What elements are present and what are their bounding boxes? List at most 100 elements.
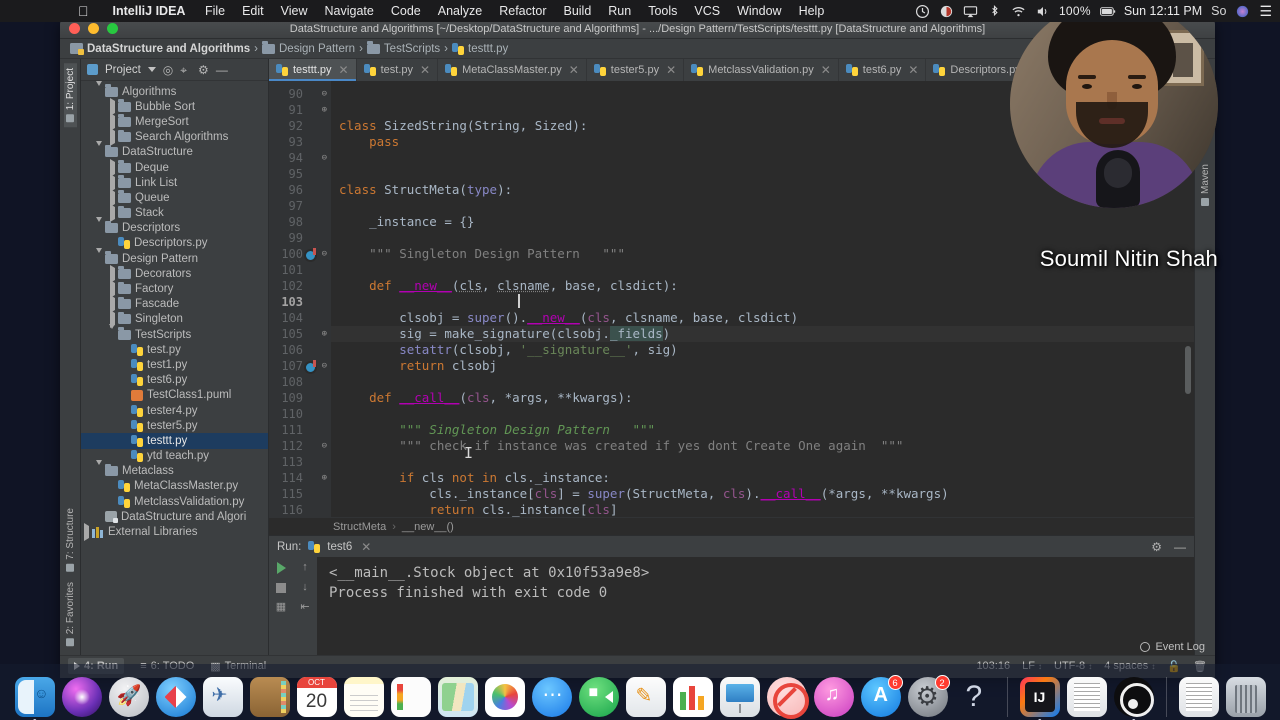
gutter-line-111[interactable]: 111 xyxy=(269,422,331,438)
editor-tab-testtt-py[interactable]: testtt.py ✕ xyxy=(269,59,357,81)
gutter-line-103[interactable]: 103 xyxy=(269,294,331,310)
code-fold-icon[interactable]: ⊕ xyxy=(320,330,327,339)
gutter-line-108[interactable]: 108 xyxy=(269,374,331,390)
up-arrow-icon[interactable]: ↑ xyxy=(302,562,308,573)
dock-item-pages[interactable] xyxy=(625,677,666,717)
gutter-line-99[interactable]: 99 xyxy=(269,230,331,246)
menu-item-build[interactable]: Build xyxy=(555,4,600,18)
tree-item[interactable]: Search Algorithms xyxy=(81,128,268,147)
dock-item-maps[interactable] xyxy=(437,677,478,717)
gutter-line-102[interactable]: 102 xyxy=(269,278,331,294)
code-fold-icon[interactable]: ⊖ xyxy=(320,250,327,259)
tree-item[interactable]: DataStructure xyxy=(81,141,268,160)
dropbox-icon[interactable] xyxy=(939,4,954,19)
dock-item-contacts[interactable] xyxy=(249,677,290,717)
spotlight-icon[interactable] xyxy=(1235,4,1250,19)
chevron-right-icon[interactable] xyxy=(107,158,118,177)
close-icon[interactable]: ✕ xyxy=(361,540,371,554)
tree-item[interactable]: Descriptors.py xyxy=(81,236,268,251)
menu-item-vcs[interactable]: VCS xyxy=(686,4,729,18)
chevron-right-icon[interactable] xyxy=(81,523,92,542)
gutter-line-93[interactable]: 93 xyxy=(269,134,331,150)
gutter-line-95[interactable]: 95 xyxy=(269,166,331,182)
gutter-line-112[interactable]: 112 ⊖ xyxy=(269,438,331,454)
print-icon[interactable]: ▦ xyxy=(276,602,286,613)
editor-tab-test6-py[interactable]: test6.py ✕ xyxy=(839,59,927,81)
chevron-right-icon[interactable] xyxy=(107,204,118,223)
volume-icon[interactable] xyxy=(1035,4,1050,19)
gutter-line-92[interactable]: 92 xyxy=(269,118,331,134)
code-fold-icon[interactable]: ⊖ xyxy=(320,90,327,99)
gutter-line-113[interactable]: 113 xyxy=(269,454,331,470)
minimize-icon[interactable]: — xyxy=(216,64,228,76)
chevron-right-icon[interactable] xyxy=(107,173,118,192)
rerun-icon[interactable] xyxy=(276,562,286,574)
menu-item-tools[interactable]: Tools xyxy=(640,4,686,18)
gutter-line-105[interactable]: 105 ⊕ xyxy=(269,326,331,342)
close-button[interactable] xyxy=(69,23,80,34)
wifi-icon[interactable] xyxy=(1011,4,1026,19)
structure-crumb-class[interactable]: StructMeta xyxy=(333,521,386,533)
gutter-line-94[interactable]: 94 ⊖ xyxy=(269,150,331,166)
chevron-right-icon[interactable] xyxy=(107,264,118,283)
close-icon[interactable]: ✕ xyxy=(339,63,349,77)
chevron-down-icon[interactable] xyxy=(107,323,118,341)
dock-item-reminders[interactable] xyxy=(390,677,431,717)
tree-item[interactable]: DataStructure and Algori xyxy=(81,509,268,524)
menu-app-name[interactable]: IntelliJ IDEA xyxy=(102,4,197,18)
gutter-line-114[interactable]: 114 ⊕ xyxy=(269,470,331,486)
gutter-line-100[interactable]: 100 ⊖ xyxy=(269,246,331,262)
airplay-icon[interactable] xyxy=(963,4,978,19)
breadcrumb-item-1[interactable]: Design Pattern xyxy=(262,41,355,55)
menu-item-refactor[interactable]: Refactor xyxy=(491,4,555,18)
minimize-button[interactable] xyxy=(88,23,99,34)
maximize-button[interactable] xyxy=(107,23,118,34)
tree-item[interactable]: TestClass1.puml xyxy=(81,388,268,403)
time-machine-icon[interactable] xyxy=(915,4,930,19)
dock-item-photos[interactable] xyxy=(484,677,525,717)
stop-icon[interactable] xyxy=(276,583,286,593)
dock-item-textedit[interactable] xyxy=(1066,677,1107,717)
battery-icon[interactable] xyxy=(1099,4,1116,19)
editor-tab-test-py[interactable]: test.py ✕ xyxy=(357,59,439,81)
chevron-right-icon[interactable] xyxy=(107,128,118,147)
run-method-gutter-icon[interactable] xyxy=(304,248,317,262)
dock-item-downloads-stack[interactable] xyxy=(1178,677,1219,717)
breadcrumb-item-2[interactable]: TestScripts xyxy=(366,41,440,55)
settings-gear-icon[interactable]: ⚙ xyxy=(198,64,209,76)
chevron-right-icon[interactable] xyxy=(107,97,118,116)
code-fold-icon[interactable]: ⊕ xyxy=(320,106,327,115)
close-icon[interactable]: ✕ xyxy=(821,63,831,77)
target-icon[interactable]: ◎ xyxy=(163,64,173,76)
gutter-line-110[interactable]: 110 xyxy=(269,406,331,422)
dock-item-itunes[interactable] xyxy=(813,677,854,717)
tree-item[interactable]: External Libraries xyxy=(81,523,268,542)
bluetooth-icon[interactable] xyxy=(987,4,1002,19)
tree-item[interactable]: tester4.py xyxy=(81,403,268,418)
soft-wrap-icon[interactable]: ⇤ xyxy=(300,602,309,613)
run-console[interactable]: <__main__.Stock object at 0x10f53a9e8> P… xyxy=(317,557,1194,655)
settings-gear-icon[interactable]: ⚙ xyxy=(1151,540,1162,554)
code-fold-icon[interactable]: ⊖ xyxy=(320,442,327,451)
menu-clock[interactable]: Sun 12:11 PM xyxy=(1124,4,1202,18)
event-log-button[interactable]: Event Log xyxy=(1130,637,1215,657)
code-fold-icon[interactable]: ⊕ xyxy=(320,474,327,483)
code-fold-icon[interactable]: ⊖ xyxy=(320,362,327,371)
structure-crumb-method[interactable]: __new__() xyxy=(402,521,454,533)
collapse-all-icon[interactable]: ⌖ xyxy=(180,64,187,76)
chevron-right-icon[interactable] xyxy=(107,188,118,207)
tree-item[interactable]: MetclassValidation.py xyxy=(81,494,268,509)
chevron-right-icon[interactable] xyxy=(107,112,118,131)
chevron-down-icon[interactable] xyxy=(147,67,156,72)
control-center-icon[interactable]: ☰ xyxy=(1259,3,1274,20)
gutter-line-98[interactable]: 98 xyxy=(269,214,331,230)
menu-item-analyze[interactable]: Analyze xyxy=(429,4,490,18)
tree-item[interactable]: Descriptors xyxy=(81,217,268,236)
dock-item-obs[interactable] xyxy=(1113,677,1154,720)
gutter-line-97[interactable]: 97 xyxy=(269,198,331,214)
minimize-icon[interactable]: — xyxy=(1174,540,1186,554)
gutter-line-104[interactable]: 104 xyxy=(269,310,331,326)
editor-tab-MetclassValidation-py[interactable]: MetclassValidation.py ✕ xyxy=(684,59,839,81)
chevron-down-icon[interactable] xyxy=(94,81,105,98)
code-fold-icon[interactable]: ⊖ xyxy=(320,154,327,163)
